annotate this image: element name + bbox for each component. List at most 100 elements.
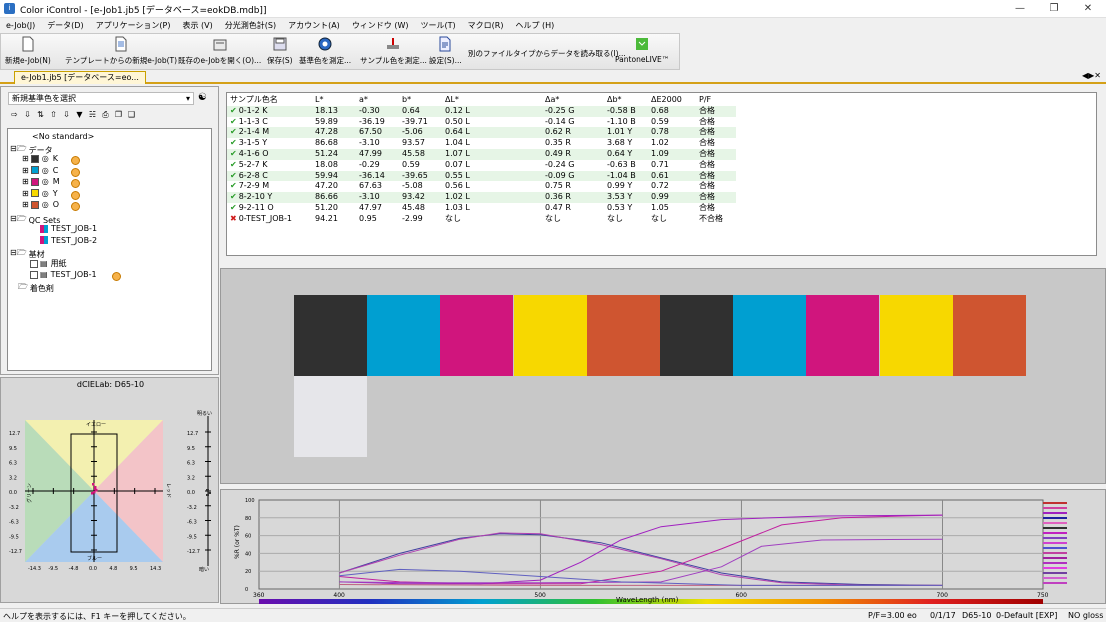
sort-down-icon[interactable]: ⇩ <box>61 110 72 120</box>
color-swatch[interactable] <box>806 295 880 376</box>
template-ejob-button[interactable]: テンプレートからの新規e-Job(T) <box>65 36 177 66</box>
color-swatch[interactable] <box>879 295 953 376</box>
sort-icon[interactable]: ⇅ <box>35 110 46 120</box>
binoculars-icon[interactable]: ☯ <box>198 92 207 103</box>
check-icon: ✔ <box>230 170 237 180</box>
y-tick-label: 0.0 <box>9 490 17 496</box>
tab-nav-arrows[interactable]: ◀▶✕ <box>1082 71 1101 80</box>
arrow-down-icon[interactable]: ⇩ <box>22 110 33 120</box>
standard-select[interactable]: 新規基準色を選択 ▾ <box>8 92 194 105</box>
l-tick-label: -6.3 <box>187 520 197 526</box>
menu-item[interactable]: 分光測色計(S) <box>219 18 282 33</box>
open-ejob-button[interactable]: 既存のe-Jobを開く(O)... <box>178 36 261 66</box>
cell-value: なし <box>445 213 461 223</box>
filter-icon[interactable]: ▼ <box>74 110 85 120</box>
table-row[interactable]: ✔ 6-2-8 C 59.94 -36.14 -39.65 0.55 L -0.09 G -1… <box>227 170 736 182</box>
tree-colorant-folder[interactable]: 🗁 着色剤 <box>18 281 54 295</box>
cell-value: 0.36 R <box>545 192 571 202</box>
color-swatch[interactable] <box>513 295 587 376</box>
column-header[interactable]: L* <box>312 95 356 106</box>
y-tick-label: -9.5 <box>9 534 19 540</box>
column-header[interactable]: サンプル色名 <box>227 95 312 106</box>
column-header[interactable]: Δb* <box>604 95 648 106</box>
tree-substrate-item[interactable]: ▤ 用紙 <box>30 258 67 269</box>
cell-L: 47.28 <box>312 127 356 139</box>
measure-standard-button[interactable]: 基準色を測定... <box>299 36 351 66</box>
sort-up-icon[interactable]: ⇧ <box>48 110 59 120</box>
tree-no-standard[interactable]: <No standard> <box>32 132 94 141</box>
column-header[interactable]: a* <box>356 95 399 106</box>
import-file-button[interactable]: 別のファイルタイプからデータを読み取る(I)... <box>468 48 626 59</box>
tree-data-item[interactable]: ⊞ ◎ M <box>22 177 60 186</box>
save-button[interactable]: 保存(S) <box>267 36 293 66</box>
paste-icon[interactable]: ❑ <box>126 110 137 120</box>
measure-sample-button[interactable]: サンプル色を測定... <box>360 36 427 66</box>
table-row[interactable]: ✔ 3-1-5 Y 86.68 -3.10 93.57 1.04 L 0.35 R 3.68 … <box>227 138 736 149</box>
table-row[interactable]: ✔ 5-2-7 K 18.08 -0.29 0.59 0.07 L -0.24 G -0.63… <box>227 160 736 171</box>
menu-item[interactable]: アカウント(A) <box>282 18 346 33</box>
maximize-button[interactable]: ❐ <box>1037 0 1071 18</box>
table-row[interactable]: ✔ 9-2-11 O 51.20 47.97 45.48 1.03 L 0.47 R 0.53… <box>227 203 736 214</box>
table-row[interactable]: ✖ 0-TEST_JOB-1 94.21 0.95 -2.99 なし なし なし なし 不合格 <box>227 214 736 225</box>
tree-icon[interactable]: ☵ <box>87 110 98 120</box>
cell-value: 0-TEST_JOB-1 <box>238 213 292 223</box>
pantone-live-button[interactable]: PantoneLIVE™ <box>615 36 669 64</box>
color-swatch[interactable] <box>294 376 367 457</box>
checkbox[interactable] <box>30 270 38 279</box>
menu-item[interactable]: ウィンドウ (W) <box>346 18 415 33</box>
table-row[interactable]: ✔ 0-1-2 K 18.13 -0.30 0.64 0.12 L -0.25 G -0.58… <box>227 105 736 117</box>
tree-data-item[interactable]: ⊞ ◎ Y <box>22 189 58 198</box>
color-swatch[interactable] <box>440 295 514 376</box>
tree-qc-item[interactable]: TEST_JOB-1 <box>40 224 97 233</box>
column-header[interactable]: b* <box>399 95 442 106</box>
color-swatch[interactable] <box>294 295 367 376</box>
tree-qc-item[interactable]: TEST_JOB-2 <box>40 236 97 245</box>
legend-entry <box>1043 507 1067 509</box>
table-row[interactable]: ✔ 2-1-4 M 47.28 67.50 -5.06 0.64 L 0.62 R 1.01 … <box>227 127 736 139</box>
tree-data-item[interactable]: ⊞ ◎ C <box>22 166 58 175</box>
menu-item[interactable]: データ(D) <box>41 18 89 33</box>
table-row[interactable]: ✔ 8-2-10 Y 86.66 -3.10 93.42 1.02 L 0.36 R 3.53… <box>227 192 736 203</box>
template-document-icon <box>115 36 127 52</box>
tree-data-item[interactable]: ⊞ ◎ K <box>22 154 58 163</box>
paper-icon: ▤ <box>40 259 48 268</box>
print-icon[interactable]: ⎙ <box>100 110 111 120</box>
menu-item[interactable]: マクロ(R) <box>462 18 510 33</box>
menu-item[interactable]: e-Job(J) <box>0 18 41 33</box>
lighter-label: 明るい <box>197 411 212 417</box>
settings-button[interactable]: 設定(S)... <box>429 36 462 66</box>
tree-substrate-item[interactable]: ▤ TEST_JOB-1 <box>30 270 97 279</box>
menu-item[interactable]: 表示 (V) <box>177 18 219 33</box>
column-header[interactable]: P/F <box>696 95 736 106</box>
checkbox[interactable] <box>30 259 38 268</box>
tab-ejob1[interactable]: e-Job1.jb5 [データベース=eo... <box>14 71 146 84</box>
cell-a: -0.30 <box>356 105 399 117</box>
column-header[interactable]: ΔE2000 <box>648 95 696 106</box>
menu-item[interactable]: ツール(T) <box>415 18 462 33</box>
table-row[interactable]: ✔ 1-1-3 C 59.89 -36.19 -39.71 0.50 L -0.14 G -1… <box>227 117 736 128</box>
color-swatch[interactable] <box>586 295 660 376</box>
warning-icon <box>71 156 80 165</box>
cell-name: ✔ 9-2-11 O <box>227 203 312 214</box>
color-swatch[interactable] <box>733 295 807 376</box>
qc-set-icon <box>40 224 48 233</box>
color-swatch[interactable] <box>367 295 441 376</box>
color-swatch[interactable] <box>952 295 1026 376</box>
new-ejob-button[interactable]: 新規e-Job(N) <box>5 36 51 66</box>
cell-da: 0.75 R <box>542 181 604 192</box>
measure-standard-icon <box>318 37 332 51</box>
tree-data-item[interactable]: ⊞ ◎ O <box>22 200 59 209</box>
menu-item[interactable]: アプリケーション(P) <box>90 18 177 33</box>
arrow-right-icon[interactable]: ⇨ <box>9 110 20 120</box>
table-row[interactable]: ✔ 7-2-9 M 47.20 67.63 -5.08 0.56 L 0.75 R 0.99 … <box>227 181 736 192</box>
column-header[interactable]: ΔL* <box>442 95 542 106</box>
close-button[interactable]: ✕ <box>1071 0 1105 18</box>
cielab-title: dCIELab: D65-10 <box>76 380 145 389</box>
color-swatch[interactable] <box>660 295 733 376</box>
table-row[interactable]: ✔ 4-1-6 O 51.24 47.99 45.58 1.07 L 0.49 R 0.64 … <box>227 148 736 160</box>
column-header[interactable]: Δa* <box>542 95 604 106</box>
minimize-button[interactable]: — <box>1003 0 1037 18</box>
copy-icon[interactable]: ❐ <box>113 110 124 120</box>
y-tick-label: -3.2 <box>9 505 19 511</box>
menu-item[interactable]: ヘルプ (H) <box>509 18 560 33</box>
